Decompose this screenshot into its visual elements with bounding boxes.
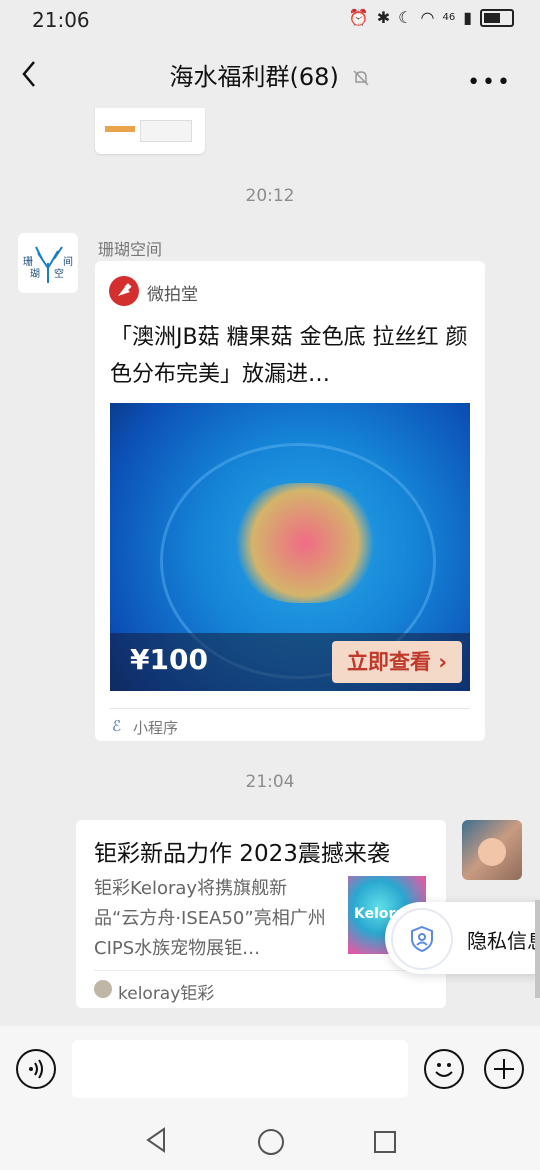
coral-logo-icon: 珊 间 瑚 空 [23,246,73,283]
product-image[interactable]: ¥100 立即查看 › [110,403,470,691]
article-title: 钜彩新品力作 2023震撼来袭 [94,841,390,867]
scrollbar[interactable] [535,900,540,998]
weipaitang-logo-icon [109,276,139,306]
miniprogram-icon: ℰ [112,717,122,735]
avatar-self[interactable] [462,820,522,880]
timestamp: 20:12 [245,186,295,206]
previous-message-image[interactable] [95,108,205,154]
wifi-icon: ◠ [420,8,435,27]
more-options-button[interactable]: ••• [467,70,512,95]
nav-recent-apps-icon[interactable] [374,1131,396,1153]
nav-home-icon[interactable] [258,1129,284,1155]
moon-icon: ☾ [398,8,413,27]
chat-header: 海水福利群(68) ••• [0,40,540,108]
chat-input-bar [0,1026,540,1112]
message-input[interactable] [72,1040,408,1098]
card-title: 「澳洲JB菇 糖果菇 金色底 拉丝红 颜色分布完美」放漏进… [110,325,468,387]
article-source: keloray钜彩 [118,984,215,1004]
emoji-button[interactable] [424,1049,464,1089]
miniprogram-label: 小程序 [133,719,179,737]
voice-input-button[interactable] [16,1049,56,1089]
avatar-sender[interactable]: 珊 间 瑚 空 [18,233,78,293]
source-avatar-icon [94,980,112,998]
nav-back-icon[interactable] [144,1127,168,1153]
voice-icon [29,1059,43,1079]
chat-title: 海水福利群(68) [0,57,540,92]
signal-icon: ▮ [463,8,472,27]
shield-user-icon [391,908,453,970]
divider [110,708,470,709]
svg-text:瑚: 瑚 [30,268,40,280]
price: ¥100 [130,643,208,676]
privacy-info-toast[interactable]: 隐私信息 [385,902,540,974]
alarm-icon: ⏰ [348,8,369,27]
network-badge: 46 [442,12,456,23]
article-card[interactable]: 钜彩新品力作 2023震撼来袭 钜彩Keloray将携旗舰新品“云方舟·ISEA… [76,820,446,1008]
bluetooth-icon: ✱ [376,8,391,27]
status-bar: 21:06 ⏰ ✱ ☾ ◠ 46 ▮ [0,0,540,40]
price-bar: ¥100 立即查看 › [110,633,470,691]
svg-text:间: 间 [63,255,73,268]
status-time: 21:06 [32,8,90,32]
privacy-label: 隐私信息 [467,929,540,953]
svg-text:空: 空 [54,267,64,280]
miniprogram-card[interactable]: 微拍堂 「澳洲JB菇 糖果菇 金色底 拉丝红 颜色分布完美」放漏进… ¥100 … [95,261,485,741]
more-actions-button[interactable] [484,1049,524,1089]
battery-icon [480,8,514,27]
plus-icon [494,1059,514,1079]
card-brand: 微拍堂 [147,285,198,305]
svg-text:珊: 珊 [23,256,33,268]
sender-name: 珊瑚空间 [98,240,163,259]
emoji-icon [435,1063,453,1077]
status-icons: ⏰ ✱ ☾ ◠ 46 ▮ [349,8,514,27]
timestamp: 21:04 [245,772,295,792]
system-nav-bar [0,1112,540,1170]
view-now-button[interactable]: 立即查看 › [332,641,462,683]
article-description: 钜彩Keloray将携旗舰新品“云方舟·ISEA50”亮相广州CIPS水族宠物展… [94,878,326,959]
divider [94,970,428,971]
mute-bell-icon [353,70,369,86]
